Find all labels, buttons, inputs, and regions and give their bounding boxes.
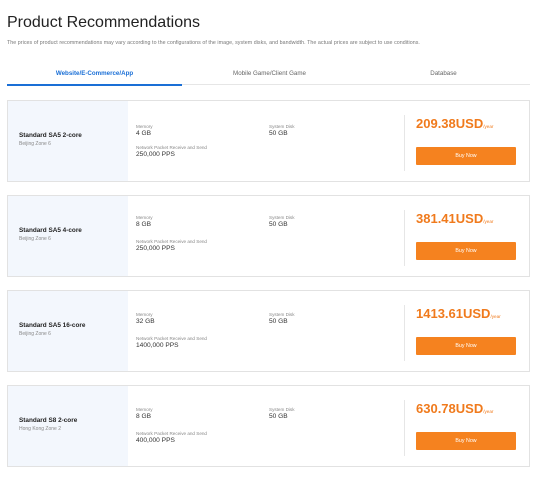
memory-label: Memory — [136, 312, 153, 317]
product-card: Standard SA5 16-core Beijing Zone 6 Memo… — [7, 290, 530, 372]
price-unit: /year — [483, 219, 494, 224]
plan-region: Beijing Zone 6 — [19, 236, 51, 242]
memory-label: Memory — [136, 124, 153, 129]
memory-label: Memory — [136, 215, 153, 220]
plan-name: Standard SA5 4-core — [19, 227, 82, 234]
price-unit: /year — [483, 409, 494, 414]
buy-now-button[interactable]: Buy Now — [416, 147, 516, 165]
system-disk-label: System Disk — [269, 215, 295, 220]
plan-name: Standard SA5 16-core — [19, 322, 86, 329]
product-summary: Standard SA5 4-core Beijing Zone 6 — [8, 196, 128, 276]
divider — [404, 210, 405, 266]
memory-value: 8 GB — [136, 221, 152, 228]
tab-website-ecommerce-app[interactable]: Website/E-Commerce/App — [7, 67, 182, 86]
price-unit: /year — [483, 124, 494, 129]
network-value: 250,000 PPS — [136, 151, 175, 158]
price-amount: 209.38USD — [416, 116, 484, 131]
divider — [404, 400, 405, 456]
plan-region: Hong Kong Zone 2 — [19, 426, 61, 432]
system-disk-value: 50 GB — [269, 413, 288, 420]
product-summary: Standard SA5 2-core Beijing Zone 6 — [8, 101, 128, 181]
system-disk-label: System Disk — [269, 124, 295, 129]
system-disk-value: 50 GB — [269, 130, 288, 137]
product-card: Standard SA5 4-core Beijing Zone 6 Memor… — [7, 195, 530, 277]
tab-database[interactable]: Database — [357, 67, 530, 85]
network-value: 1400,000 PPS — [136, 342, 179, 349]
price: 1413.61USD/year — [416, 305, 501, 323]
price: 381.41USD/year — [416, 210, 493, 228]
category-tabs: Website/E-Commerce/App Mobile Game/Clien… — [7, 67, 530, 86]
product-summary: Standard S8 2-core Hong Kong Zone 2 — [8, 386, 128, 466]
system-disk-label: System Disk — [269, 407, 295, 412]
network-label: Network Packet Receive and Send — [136, 431, 207, 436]
memory-label: Memory — [136, 407, 153, 412]
price-amount: 1413.61USD — [416, 306, 491, 321]
product-card: Standard S8 2-core Hong Kong Zone 2 Memo… — [7, 385, 530, 467]
product-card: Standard SA5 2-core Beijing Zone 6 Memor… — [7, 100, 530, 182]
plan-region: Beijing Zone 6 — [19, 141, 51, 147]
memory-value: 8 GB — [136, 413, 152, 420]
system-disk-value: 50 GB — [269, 318, 288, 325]
plan-name: Standard S8 2-core — [19, 417, 78, 424]
network-value: 250,000 PPS — [136, 245, 175, 252]
network-label: Network Packet Receive and Send — [136, 239, 207, 244]
product-summary: Standard SA5 16-core Beijing Zone 6 — [8, 291, 128, 371]
system-disk-label: System Disk — [269, 312, 295, 317]
buy-now-button[interactable]: Buy Now — [416, 242, 516, 260]
price-amount: 630.78USD — [416, 401, 484, 416]
network-label: Network Packet Receive and Send — [136, 145, 207, 150]
page-title: Product Recommendations — [7, 14, 200, 31]
divider — [404, 115, 405, 171]
memory-value: 32 GB — [136, 318, 155, 325]
price: 209.38USD/year — [416, 115, 493, 133]
plan-region: Beijing Zone 6 — [19, 331, 51, 337]
network-value: 400,000 PPS — [136, 437, 175, 444]
price-unit: /year — [490, 314, 501, 319]
page-subtitle: The prices of product recommendations ma… — [7, 40, 420, 46]
buy-now-button[interactable]: Buy Now — [416, 337, 516, 355]
price: 630.78USD/year — [416, 400, 493, 418]
system-disk-value: 50 GB — [269, 221, 288, 228]
network-label: Network Packet Receive and Send — [136, 336, 207, 341]
memory-value: 4 GB — [136, 130, 152, 137]
price-amount: 381.41USD — [416, 211, 484, 226]
buy-now-button[interactable]: Buy Now — [416, 432, 516, 450]
plan-name: Standard SA5 2-core — [19, 132, 82, 139]
tab-mobile-game[interactable]: Mobile Game/Client Game — [182, 67, 357, 85]
divider — [404, 305, 405, 361]
